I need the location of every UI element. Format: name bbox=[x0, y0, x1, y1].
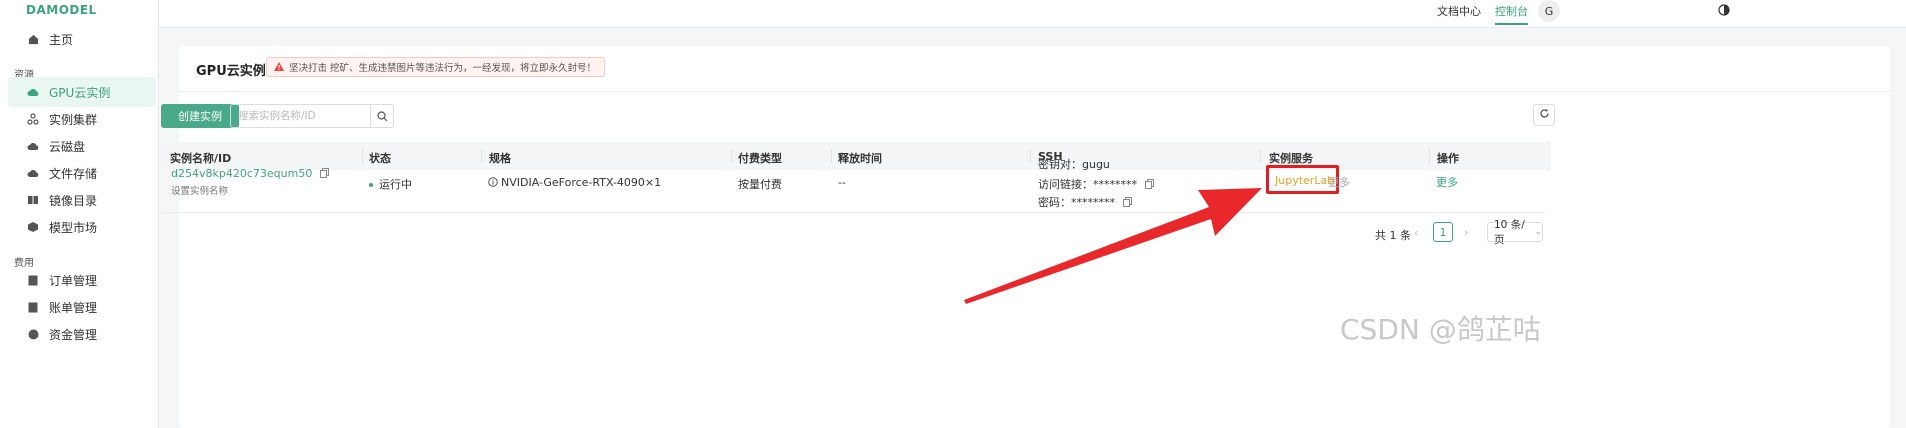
theme-toggle-icon[interactable] bbox=[1718, 4, 1730, 16]
console-link[interactable]: 控制台 bbox=[1495, 3, 1528, 25]
page-size-select[interactable]: 10 条/页 ⌄ bbox=[1487, 219, 1543, 246]
service-more-link[interactable]: 更多 bbox=[1328, 174, 1350, 190]
release-time: -- bbox=[838, 176, 846, 189]
col-spec: 规格 bbox=[489, 152, 511, 165]
refresh-button[interactable] bbox=[1533, 104, 1555, 126]
warning-badge: 坚决打击 挖矿、生成违禁图片等违法行为，一经发现，将立即永久封号！ bbox=[266, 57, 606, 77]
jupyterlab-link[interactable]: JupyterLab bbox=[1275, 174, 1334, 187]
fund-icon bbox=[26, 327, 40, 341]
col-separator bbox=[481, 149, 482, 163]
watermark: CSDN @鸽芷咕 bbox=[1340, 313, 1541, 346]
chevron-down-icon: ⌄ bbox=[1534, 227, 1542, 237]
sidebar-item-image-catalog[interactable]: 镜像目录 bbox=[8, 185, 156, 215]
page-title: GPU云实例 bbox=[196, 64, 266, 79]
sidebar-item-label: GPU云实例 bbox=[49, 85, 111, 100]
info-icon bbox=[488, 176, 498, 190]
storage-icon bbox=[26, 166, 40, 180]
ssh-password-value: 密码：******** bbox=[1038, 196, 1115, 209]
logo: DAMODEL bbox=[26, 3, 97, 17]
bill-icon bbox=[26, 300, 40, 314]
sidebar-item-funds[interactable]: 资金管理 bbox=[8, 319, 156, 349]
order-icon bbox=[26, 273, 40, 287]
col-release-time: 释放时间 bbox=[838, 152, 882, 165]
sidebar-item-label: 模型市场 bbox=[49, 220, 98, 235]
sidebar-item-orders[interactable]: 订单管理 bbox=[8, 265, 156, 295]
spec-cell: NVIDIA-GeForce-RTX-4090×1 bbox=[488, 176, 661, 190]
prev-page-icon[interactable]: ‹ bbox=[1414, 226, 1418, 239]
sidebar-item-cloud-disk[interactable]: 云磁盘 bbox=[8, 131, 156, 161]
instances-panel: GPU云实例 坚决打击 挖矿、生成违禁图片等违法行为，一经发现，将立即永久封号！… bbox=[161, 46, 1890, 428]
warning-icon bbox=[274, 62, 284, 74]
cloud-disk-icon bbox=[26, 139, 40, 153]
instance-id-link[interactable]: d254v8kp420c73equm50 bbox=[171, 167, 329, 181]
col-separator bbox=[731, 149, 732, 163]
cluster-icon bbox=[26, 112, 40, 126]
col-name-id: 实例名称/ID bbox=[170, 152, 232, 165]
sidebar-item-label: 账单管理 bbox=[49, 300, 98, 315]
col-separator bbox=[362, 149, 363, 163]
warning-text: 坚决打击 挖矿、生成违禁图片等违法行为，一经发现，将立即永久封号！ bbox=[289, 63, 597, 74]
status-dot bbox=[369, 183, 373, 187]
col-service: 实例服务 bbox=[1269, 152, 1313, 165]
sidebar-item-home[interactable]: 主页 bbox=[8, 24, 156, 54]
refresh-icon bbox=[1539, 108, 1550, 122]
copy-icon[interactable] bbox=[319, 167, 329, 181]
ssh-key: 密钥对：gugu bbox=[1038, 158, 1110, 171]
next-page-icon[interactable]: › bbox=[1464, 226, 1468, 239]
copy-icon[interactable] bbox=[1122, 196, 1132, 210]
col-separator bbox=[1429, 149, 1430, 163]
spec-value: NVIDIA-GeForce-RTX-4090×1 bbox=[501, 176, 662, 189]
sidebar-item-file-storage[interactable]: 文件存储 bbox=[8, 158, 156, 188]
status-badge: 运行中 bbox=[379, 178, 412, 191]
row-divider bbox=[161, 212, 1545, 213]
status-cell: 运行中 bbox=[369, 176, 412, 192]
home-icon bbox=[26, 32, 40, 46]
col-separator bbox=[1030, 149, 1031, 163]
col-status: 状态 bbox=[369, 152, 391, 165]
search-input[interactable] bbox=[231, 105, 370, 127]
sidebar-item-label: 实例集群 bbox=[49, 112, 98, 127]
col-separator bbox=[1260, 149, 1261, 163]
ssh-link: 访问链接：******** bbox=[1038, 176, 1154, 192]
search-box bbox=[230, 104, 394, 128]
search-icon[interactable] bbox=[370, 105, 393, 127]
cloud-icon bbox=[26, 85, 40, 99]
set-instance-name-link[interactable]: 设置实例名称 bbox=[171, 183, 228, 197]
billing-type: 按量付费 bbox=[738, 178, 782, 191]
sidebar-item-label: 文件存储 bbox=[49, 166, 98, 181]
sidebar-item-instance-cluster[interactable]: 实例集群 bbox=[8, 104, 156, 134]
table-header: 实例名称/ID 状态 规格 付费类型 释放时间 SSH 实例服务 操作 bbox=[161, 142, 1551, 170]
cube-icon bbox=[26, 220, 40, 234]
sidebar-item-label: 订单管理 bbox=[49, 273, 98, 288]
actions-more-link[interactable]: 更多 bbox=[1436, 174, 1458, 190]
sidebar-item-label: 资金管理 bbox=[49, 327, 98, 342]
create-instance-button[interactable]: 创建实例 bbox=[161, 104, 239, 128]
sidebar-item-gpu-instances[interactable]: GPU云实例 bbox=[8, 77, 156, 107]
ssh-link-value: 访问链接：******** bbox=[1038, 178, 1137, 191]
avatar[interactable]: G bbox=[1538, 0, 1560, 22]
sidebar-item-label: 云磁盘 bbox=[49, 139, 86, 154]
page-number[interactable]: 1 bbox=[1433, 222, 1453, 242]
ssh-password: 密码：******** bbox=[1038, 194, 1132, 210]
page-size-value: 10 条/页 bbox=[1494, 219, 1525, 246]
col-separator bbox=[831, 149, 832, 163]
sidebar-item-label: 主页 bbox=[49, 32, 74, 47]
col-billing: 付费类型 bbox=[738, 152, 782, 165]
divider bbox=[179, 91, 1890, 92]
instance-id: d254v8kp420c73equm50 bbox=[171, 167, 313, 180]
top-bar: 文档中心 控制台 G bbox=[159, 0, 1906, 28]
sidebar: DAMODEL 主页 资源 GPU云实例 实例集群 云磁盘 文件存储 镜像目录 … bbox=[0, 0, 159, 428]
sidebar-item-bills[interactable]: 账单管理 bbox=[8, 292, 156, 322]
docs-link[interactable]: 文档中心 bbox=[1437, 3, 1481, 19]
copy-icon[interactable] bbox=[1144, 178, 1154, 192]
sidebar-item-label: 镜像目录 bbox=[49, 193, 98, 208]
pagination-total: 共 1 条 bbox=[1375, 229, 1411, 242]
book-icon bbox=[26, 193, 40, 207]
sidebar-item-model-market[interactable]: 模型市场 bbox=[8, 212, 156, 242]
col-actions: 操作 bbox=[1437, 152, 1459, 165]
